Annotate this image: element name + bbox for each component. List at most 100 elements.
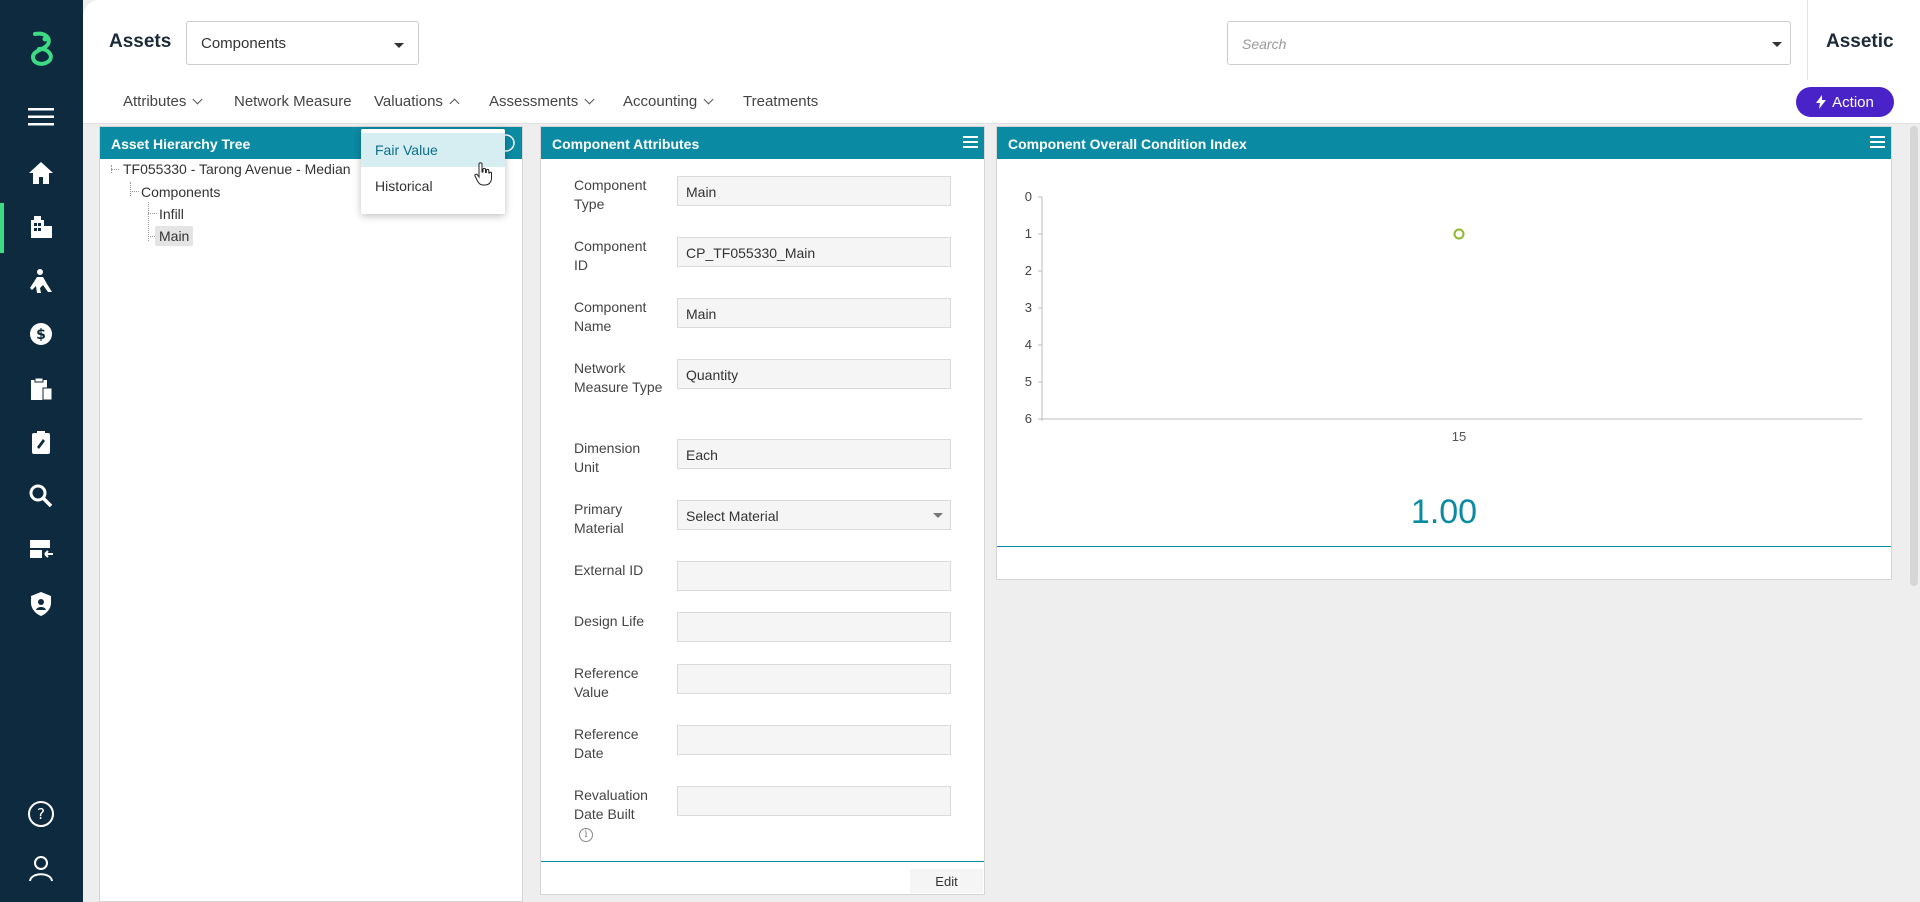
edit-button[interactable]: Edit	[910, 869, 983, 893]
hand-cursor-icon	[474, 162, 492, 186]
condition-panel: Component Overall Condition Index 0 1 2 3 4 5…	[996, 126, 1892, 580]
component-name-field[interactable]: Main	[677, 298, 951, 328]
y-tick-label: 5	[1025, 374, 1032, 389]
primary-material-value: Select Material	[686, 508, 779, 524]
sub-navigation: Attributes Network Measure Valuations As…	[83, 80, 1920, 124]
reference-date-field[interactable]	[677, 725, 951, 755]
module-select-value: Components	[201, 35, 287, 52]
panel-header: Component Overall Condition Index	[997, 127, 1891, 159]
revaluation-date-built-field[interactable]	[677, 786, 951, 816]
field-label: Reference Value	[574, 665, 639, 700]
tab-label: Valuations	[374, 93, 443, 110]
primary-material-select[interactable]: Select Material	[677, 500, 951, 530]
caret-down-icon	[394, 43, 404, 48]
tree-connector	[130, 191, 139, 192]
search-nav-icon[interactable]	[24, 479, 58, 513]
tab-label: Accounting	[623, 93, 698, 110]
chevron-down-icon	[192, 94, 203, 105]
tab-network-measure[interactable]: Network Measure	[234, 93, 352, 110]
tree-node-root[interactable]: TF055330 - Tarong Avenue - Median	[123, 161, 351, 177]
external-id-field[interactable]	[677, 561, 951, 591]
y-tick-label: 0	[1025, 189, 1032, 204]
panel-title: Asset Hierarchy Tree	[111, 136, 251, 152]
tab-label: Attributes	[123, 93, 187, 110]
assets-building-icon[interactable]	[24, 210, 58, 244]
clipboard-report-icon[interactable]	[24, 372, 58, 406]
search-placeholder: Search	[1242, 36, 1287, 52]
tree-node-components[interactable]: Components	[141, 184, 220, 200]
data-import-icon[interactable]	[24, 533, 58, 567]
condition-value: 1.00	[1410, 493, 1478, 531]
y-tick-label: 3	[1025, 300, 1032, 315]
tree-connector	[111, 169, 119, 170]
tree-node-main[interactable]: Main	[155, 226, 194, 246]
tab-attributes[interactable]: Attributes	[123, 93, 203, 110]
clipboard-edit-icon[interactable]	[24, 425, 58, 459]
field-label: Component Name	[574, 299, 647, 334]
chevron-down-icon	[584, 94, 595, 105]
svg-text:?: ?	[37, 805, 45, 823]
tree-node-infill[interactable]: Infill	[159, 206, 184, 222]
svg-text:$: $	[36, 327, 46, 343]
data-point	[1453, 228, 1465, 240]
assetic-logo-icon[interactable]	[21, 28, 63, 70]
panel-header: Component Attributes	[541, 127, 984, 159]
brand-name: Assetic	[1826, 31, 1894, 52]
tree-connector	[148, 213, 157, 214]
active-indicator	[0, 203, 4, 253]
security-shield-icon[interactable]	[24, 587, 58, 621]
hamburger-menu-icon[interactable]	[24, 100, 58, 134]
help-icon[interactable]: ?	[24, 797, 58, 831]
chevron-down-icon	[703, 94, 714, 105]
scrollbar[interactable]	[1910, 126, 1918, 586]
dimension-unit-field[interactable]: Each	[677, 439, 951, 469]
footer-divider	[997, 546, 1891, 547]
reference-value-field[interactable]	[677, 664, 951, 694]
component-id-field[interactable]: CP_TF055330_Main	[677, 237, 951, 267]
field-label: Dimension Unit	[574, 440, 641, 475]
home-icon[interactable]	[24, 156, 58, 190]
caret-down-icon	[933, 513, 943, 518]
field-label: Component Type	[574, 177, 647, 212]
field-label: Reference Date	[574, 726, 639, 761]
tab-label: Assessments	[489, 93, 579, 110]
network-measure-type-field[interactable]: Quantity	[677, 359, 951, 389]
panel-title: Component Overall Condition Index	[1008, 136, 1247, 152]
top-header: Assets Components Search Assetic	[83, 0, 1920, 80]
tab-valuations[interactable]: Valuations	[374, 93, 460, 110]
footer-divider	[541, 861, 984, 862]
lightning-icon	[1816, 95, 1827, 109]
tree-connector	[130, 182, 131, 196]
hamburger-menu-icon[interactable]	[1870, 136, 1885, 149]
field-label: External ID	[574, 562, 644, 578]
field-label: Component ID	[574, 238, 647, 273]
field-label: Primary Material	[574, 501, 624, 536]
tab-treatments[interactable]: Treatments	[743, 93, 818, 110]
hamburger-menu-icon[interactable]	[963, 136, 978, 149]
worker-icon[interactable]	[24, 264, 58, 298]
tab-assessments[interactable]: Assessments	[489, 93, 595, 110]
y-tick-label: 6	[1025, 411, 1032, 426]
tab-label: Network Measure	[234, 93, 352, 110]
action-label: Action	[1832, 93, 1874, 111]
divider	[1807, 0, 1808, 80]
caret-down-icon[interactable]	[1772, 42, 1782, 47]
design-life-field[interactable]	[677, 612, 951, 642]
user-profile-icon[interactable]	[24, 851, 58, 885]
left-navigation: $ ?	[0, 0, 83, 902]
finance-icon[interactable]: $	[24, 317, 58, 351]
tab-accounting[interactable]: Accounting	[623, 93, 714, 110]
panel-title: Component Attributes	[552, 136, 700, 152]
attributes-panel: Component Attributes Component Type Main…	[540, 126, 985, 895]
info-icon[interactable]: i	[579, 828, 593, 842]
y-tick-label: 2	[1025, 263, 1032, 278]
module-select[interactable]: Components	[186, 21, 419, 65]
action-button[interactable]: Action	[1796, 87, 1894, 117]
search-input[interactable]: Search	[1227, 21, 1791, 65]
x-tick-label: 15	[1452, 429, 1466, 444]
component-type-field[interactable]: Main	[677, 176, 951, 206]
field-label: Design Life	[574, 613, 645, 629]
tab-label: Treatments	[743, 93, 819, 110]
chevron-up-icon	[449, 98, 460, 109]
page-title: Assets	[109, 31, 172, 52]
